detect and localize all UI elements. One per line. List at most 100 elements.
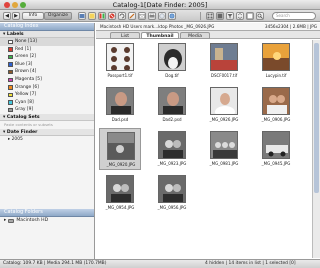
thumbnail-item[interactable]: Lucypin.tif: [255, 40, 297, 82]
print-icon: [149, 13, 155, 18]
thumbnail-image: [262, 87, 290, 115]
toolbar-divider: [200, 12, 201, 20]
thumbnail-item[interactable]: _MG_0926.JPG: [203, 84, 245, 126]
label-item[interactable]: None [13]: [0, 38, 94, 46]
catalog-sidebar: Catalog Index ▾ Labels None [13] Red [1] G…: [0, 23, 95, 259]
thumbnail-item[interactable]: _MG_0956.JPG: [151, 172, 193, 214]
thumbnail-item[interactable]: _MG_0923.JPG: [151, 128, 193, 170]
burn-button[interactable]: [158, 12, 166, 20]
label-item[interactable]: Blue [3]: [0, 61, 94, 69]
date-finder-header[interactable]: ▾ Date Finder: [0, 128, 94, 136]
thumbnail-image: [262, 131, 290, 159]
delete-button[interactable]: [108, 12, 116, 20]
thumbnail-image: [262, 43, 290, 71]
thumbnail-image: [106, 43, 134, 71]
label-item[interactable]: Orange [6]: [0, 84, 94, 92]
thumbnail-item[interactable]: _MG_0981.JPG: [203, 128, 245, 170]
label-item[interactable]: Cyan [8]: [0, 99, 94, 107]
thumbnail-item[interactable]: _MG_0920.JPG: [99, 128, 141, 170]
status-item-count: 4 hidden | 14 items in list | 1 selected…: [205, 261, 296, 266]
catalog-folders-header[interactable]: Catalog Folders: [0, 208, 94, 217]
rotate-icon: [119, 13, 125, 19]
view-large-button[interactable]: [216, 12, 224, 20]
thumbnail-item[interactable]: _MG_0945.JPG: [255, 128, 297, 170]
forward-button[interactable]: ▶: [12, 12, 20, 20]
search-placeholder: Search: [276, 13, 290, 18]
labels-section-header[interactable]: ▾ Labels: [0, 31, 94, 38]
status-catalog-size: Catalog: 109.7 KB | Media 294.1 MB (170.…: [3, 261, 107, 266]
labels-list: None [13] Red [1] Green [2] Blue [3] Brown […: [0, 38, 94, 114]
thumbnail-image: [106, 175, 134, 203]
thumbnail-item[interactable]: _MG_0906.JPG: [255, 84, 297, 126]
label-item[interactable]: Green [2]: [0, 53, 94, 61]
path-bar: Macintosh HD Users mark...ktop Photos _M…: [96, 23, 320, 31]
sort-button[interactable]: [236, 12, 244, 20]
email-button[interactable]: [138, 12, 146, 20]
label-item[interactable]: Gray [9]: [0, 106, 94, 114]
mail-icon: [139, 14, 145, 19]
info-label: Info: [28, 13, 38, 18]
tab-label: Media: [188, 34, 202, 39]
contact-sheet-button[interactable]: [246, 12, 254, 20]
catalog-index-header[interactable]: Catalog Index: [0, 23, 94, 31]
info-button[interactable]: Info: [22, 12, 44, 20]
light-table-button[interactable]: [88, 12, 96, 20]
date-finder-title: Date Finder: [6, 129, 38, 135]
hard-disk-icon: [8, 218, 15, 223]
rotate-button[interactable]: [118, 12, 126, 20]
thumbnail-item[interactable]: Dog.tif: [151, 40, 193, 82]
view-small-button[interactable]: [206, 12, 214, 20]
thumbnail-item[interactable]: _MG_0954.JPG: [99, 172, 141, 214]
slideshow-button[interactable]: [78, 12, 86, 20]
toolbar: ◀ ▶ Info Organize Search: [0, 10, 320, 22]
catalog-sets-header[interactable]: ▾ Catalog Sets: [0, 113, 94, 121]
disc-icon: [159, 13, 165, 19]
back-icon: ◀: [5, 13, 9, 19]
thumbnail-item[interactable]: Passport1.tif: [99, 40, 141, 82]
print-button[interactable]: [148, 12, 156, 20]
view-tabs: List Thumbnail Media: [96, 31, 320, 39]
edit-button[interactable]: [128, 12, 136, 20]
thumbnail-item[interactable]: DSCF0017.tif: [203, 40, 245, 82]
scroll-thumb[interactable]: [314, 43, 319, 193]
label-item[interactable]: Magenta [5]: [0, 76, 94, 84]
tab-thumbnail[interactable]: Thumbnail: [141, 32, 179, 39]
label-name: Blue [3]: [15, 61, 33, 67]
zoom-button[interactable]: [256, 12, 264, 20]
back-button[interactable]: ◀: [3, 12, 11, 20]
thumbnail-image: [106, 87, 134, 115]
date-year-item[interactable]: ▸ 2005: [0, 136, 94, 143]
label-name: Magenta [5]: [15, 76, 42, 82]
file-path: Macintosh HD Users mark...ktop Photos _M…: [100, 24, 215, 29]
label-color-swatch: [8, 85, 13, 90]
status-bar: Catalog: 109.7 KB | Media 294.1 MB (170.…: [0, 259, 320, 268]
thumbnail-item[interactable]: Dad.psd: [99, 84, 141, 126]
forward-icon: ▶: [14, 13, 18, 19]
folder-macintosh-hd[interactable]: ▸ Macintosh HD: [0, 217, 94, 225]
labels-button[interactable]: [98, 12, 106, 20]
thumbnail-caption: _MG_0926.JPG: [209, 117, 239, 122]
thumbnail-image: [158, 43, 186, 71]
thumbnail-item[interactable]: Dad2.psd: [151, 84, 193, 126]
tab-media[interactable]: Media: [180, 32, 210, 39]
label-color-swatch: [8, 92, 13, 98]
thumbnail-caption: _MG_0956.JPG: [157, 205, 187, 210]
filter-button[interactable]: [226, 12, 234, 20]
thumbnail-image: [210, 87, 238, 115]
catalog-folders-title: Catalog Folders: [4, 208, 43, 215]
search-field[interactable]: Search: [272, 12, 316, 20]
web-gallery-button[interactable]: [168, 12, 176, 20]
label-name: Green [2]: [15, 54, 36, 60]
organize-button[interactable]: Organize: [44, 12, 72, 20]
label-color-swatch: [8, 54, 13, 60]
thumbnail-image: [158, 175, 186, 203]
label-item[interactable]: Yellow [7]: [0, 91, 94, 99]
sheet-icon: [247, 13, 253, 19]
grid-small-icon: [207, 13, 213, 19]
label-item[interactable]: Red [1]: [0, 46, 94, 54]
vertical-scrollbar[interactable]: [312, 40, 320, 258]
tab-list[interactable]: List: [110, 32, 140, 39]
label-item[interactable]: Brown [4]: [0, 68, 94, 76]
sort-icon: [237, 13, 243, 19]
